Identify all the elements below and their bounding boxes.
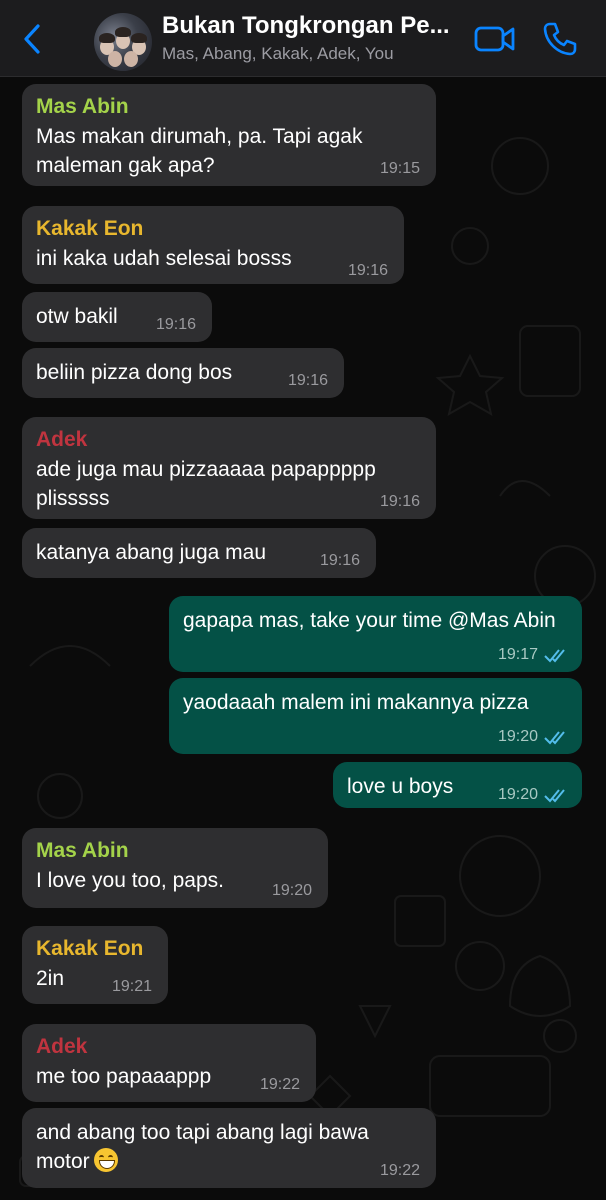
message-text: Mas makan dirumah, pa. Tapi agak maleman… bbox=[36, 125, 363, 177]
sender-name: Kakak Eon bbox=[36, 217, 144, 240]
message-text: yaodaaah malem ini makannya pizza bbox=[183, 691, 529, 714]
message-bubble[interactable]: Kakak Eon ini kaka udah selesai bosss 19… bbox=[22, 206, 404, 284]
message-bubble[interactable]: katanya abang juga mau 19:16 bbox=[22, 528, 376, 578]
message-time: 19:16 bbox=[287, 372, 328, 389]
message-bubble[interactable]: Kakak Eon 2in 19:21 bbox=[22, 926, 168, 1004]
message-text: beliin pizza dong bos bbox=[36, 361, 233, 384]
read-receipt-icon bbox=[544, 649, 565, 663]
message-time: 19:20 bbox=[271, 882, 312, 899]
message-bubble[interactable]: and abang too tapi abang lagi bawa motor… bbox=[22, 1108, 436, 1188]
chat-participants[interactable]: Mas, Abang, Kakak, Adek, You bbox=[162, 44, 462, 64]
message-bubble[interactable]: Adek me too papaaappp 19:22 bbox=[22, 1024, 316, 1102]
grinning-face-icon bbox=[93, 1148, 118, 1172]
message-bubble[interactable]: beliin pizza dong bos 19:16 bbox=[22, 348, 344, 398]
chat-header: Bukan Tongkrongan Pe... Mas, Abang, Kaka… bbox=[0, 0, 606, 77]
chat-title[interactable]: Bukan Tongkrongan Pe... bbox=[162, 12, 462, 40]
message-bubble[interactable]: Adek ade juga mau pizzaaaaa papappppp pl… bbox=[22, 417, 436, 519]
message-time: 19:20 bbox=[497, 786, 538, 803]
message-time: 19:16 bbox=[155, 316, 196, 333]
message-text-content: and abang too tapi abang lagi bawa motor bbox=[36, 1121, 369, 1173]
message-time: 19:22 bbox=[379, 1162, 420, 1179]
message-time: 19:16 bbox=[319, 552, 360, 569]
message-bubble[interactable]: otw bakil 19:16 bbox=[22, 292, 212, 342]
message-text: ade juga mau pizzaaaaa papappppp plissss… bbox=[36, 458, 376, 510]
message-time: 19:21 bbox=[111, 978, 152, 995]
message-text: and abang too tapi abang lagi bawa motor bbox=[36, 1118, 422, 1176]
phone-call-icon[interactable] bbox=[542, 21, 578, 57]
message-time: 19:15 bbox=[379, 160, 420, 177]
video-call-icon[interactable] bbox=[474, 24, 516, 54]
sender-name: Mas Abin bbox=[36, 95, 129, 118]
group-avatar[interactable] bbox=[94, 13, 152, 71]
message-bubble[interactable]: Mas Abin Mas makan dirumah, pa. Tapi aga… bbox=[22, 84, 436, 186]
sender-name: Kakak Eon bbox=[36, 937, 144, 960]
read-receipt-icon bbox=[544, 789, 565, 803]
read-receipt-icon bbox=[544, 731, 565, 745]
message-time: 19:16 bbox=[347, 262, 388, 279]
sender-name: Adek bbox=[36, 428, 88, 451]
sender-name: Adek bbox=[36, 1035, 88, 1058]
message-time: 19:17 bbox=[497, 646, 538, 663]
message-bubble-outgoing[interactable]: yaodaaah malem ini makannya pizza 19:20 bbox=[169, 678, 582, 754]
message-text: gapapa mas, take your time @Mas Abin bbox=[183, 609, 556, 632]
message-time: 19:22 bbox=[259, 1076, 300, 1093]
message-list[interactable]: Mas Abin Mas makan dirumah, pa. Tapi aga… bbox=[0, 76, 606, 1200]
message-bubble-outgoing[interactable]: love u boys 19:20 bbox=[333, 762, 582, 808]
message-time: 19:20 bbox=[497, 728, 538, 745]
message-text: katanya abang juga mau bbox=[36, 541, 267, 564]
back-chevron-icon[interactable] bbox=[20, 22, 46, 56]
message-text: ini kaka udah selesai bosss bbox=[36, 247, 292, 270]
sender-name: Mas Abin bbox=[36, 839, 129, 862]
message-bubble-outgoing[interactable]: gapapa mas, take your time @Mas Abin 19:… bbox=[169, 596, 582, 672]
message-time: 19:16 bbox=[379, 493, 420, 510]
message-bubble[interactable]: Mas Abin I love you too, paps. 19:20 bbox=[22, 828, 328, 908]
